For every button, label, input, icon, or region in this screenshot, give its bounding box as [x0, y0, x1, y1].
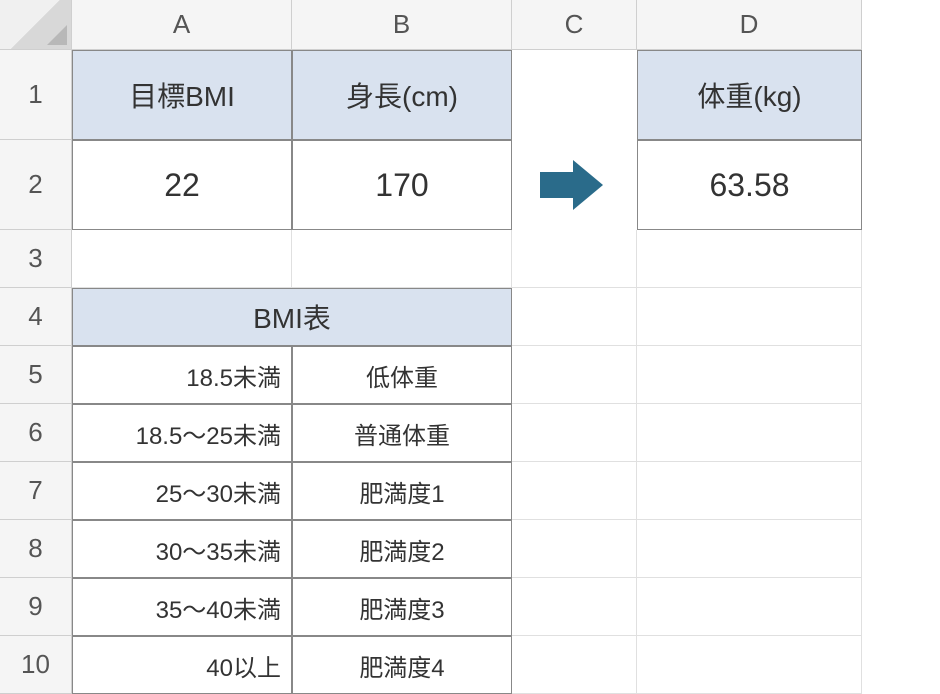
cell-D2[interactable]: 63.58 [637, 140, 862, 230]
row-header-5[interactable]: 5 [0, 346, 72, 404]
row-header-1[interactable]: 1 [0, 50, 72, 140]
cell-B3[interactable] [292, 230, 512, 288]
col-header-A[interactable]: A [72, 0, 292, 50]
cell-A2[interactable]: 22 [72, 140, 292, 230]
cell-B2[interactable]: 170 [292, 140, 512, 230]
cell-C1[interactable] [512, 50, 637, 140]
cell-C8[interactable] [512, 520, 637, 578]
row-header-2[interactable]: 2 [0, 140, 72, 230]
cell-D4[interactable] [637, 288, 862, 346]
cell-A7[interactable]: 25～30未満 [72, 462, 292, 520]
cell-C7[interactable] [512, 462, 637, 520]
cell-A5[interactable]: 18.5未満 [72, 346, 292, 404]
cell-D7[interactable] [637, 462, 862, 520]
cell-A10[interactable]: 40以上 [72, 636, 292, 694]
cell-A9[interactable]: 35～40未満 [72, 578, 292, 636]
row-header-3[interactable]: 3 [0, 230, 72, 288]
cell-C4[interactable] [512, 288, 637, 346]
row-header-4[interactable]: 4 [0, 288, 72, 346]
spreadsheet-grid: A B C D 1 目標BMI 身長(cm) 体重(kg) 2 22 170 6… [0, 0, 940, 694]
cell-C9[interactable] [512, 578, 637, 636]
cell-A8[interactable]: 30～35未満 [72, 520, 292, 578]
cell-B6[interactable]: 普通体重 [292, 404, 512, 462]
cell-B10[interactable]: 肥満度4 [292, 636, 512, 694]
cell-B9[interactable]: 肥満度3 [292, 578, 512, 636]
cell-C6[interactable] [512, 404, 637, 462]
col-header-C[interactable]: C [512, 0, 637, 50]
cell-A3[interactable] [72, 230, 292, 288]
row-header-8[interactable]: 8 [0, 520, 72, 578]
row-header-10[interactable]: 10 [0, 636, 72, 694]
select-all-corner[interactable] [0, 0, 72, 50]
cell-D1[interactable]: 体重(kg) [637, 50, 862, 140]
row-header-7[interactable]: 7 [0, 462, 72, 520]
arrow-icon [540, 160, 610, 210]
cell-A1[interactable]: 目標BMI [72, 50, 292, 140]
cell-C10[interactable] [512, 636, 637, 694]
cell-B5[interactable]: 低体重 [292, 346, 512, 404]
cell-D10[interactable] [637, 636, 862, 694]
cell-D3[interactable] [637, 230, 862, 288]
cell-D5[interactable] [637, 346, 862, 404]
col-header-D[interactable]: D [637, 0, 862, 50]
cell-D9[interactable] [637, 578, 862, 636]
cell-C3[interactable] [512, 230, 637, 288]
cell-D6[interactable] [637, 404, 862, 462]
cell-B1[interactable]: 身長(cm) [292, 50, 512, 140]
cell-A4B4-bmi-title[interactable]: BMI表 [72, 288, 512, 346]
cell-D8[interactable] [637, 520, 862, 578]
col-header-B[interactable]: B [292, 0, 512, 50]
cell-C2-arrow [512, 140, 637, 230]
row-header-9[interactable]: 9 [0, 578, 72, 636]
row-header-6[interactable]: 6 [0, 404, 72, 462]
cell-A6[interactable]: 18.5～25未満 [72, 404, 292, 462]
cell-B7[interactable]: 肥満度1 [292, 462, 512, 520]
cell-B8[interactable]: 肥満度2 [292, 520, 512, 578]
cell-C5[interactable] [512, 346, 637, 404]
